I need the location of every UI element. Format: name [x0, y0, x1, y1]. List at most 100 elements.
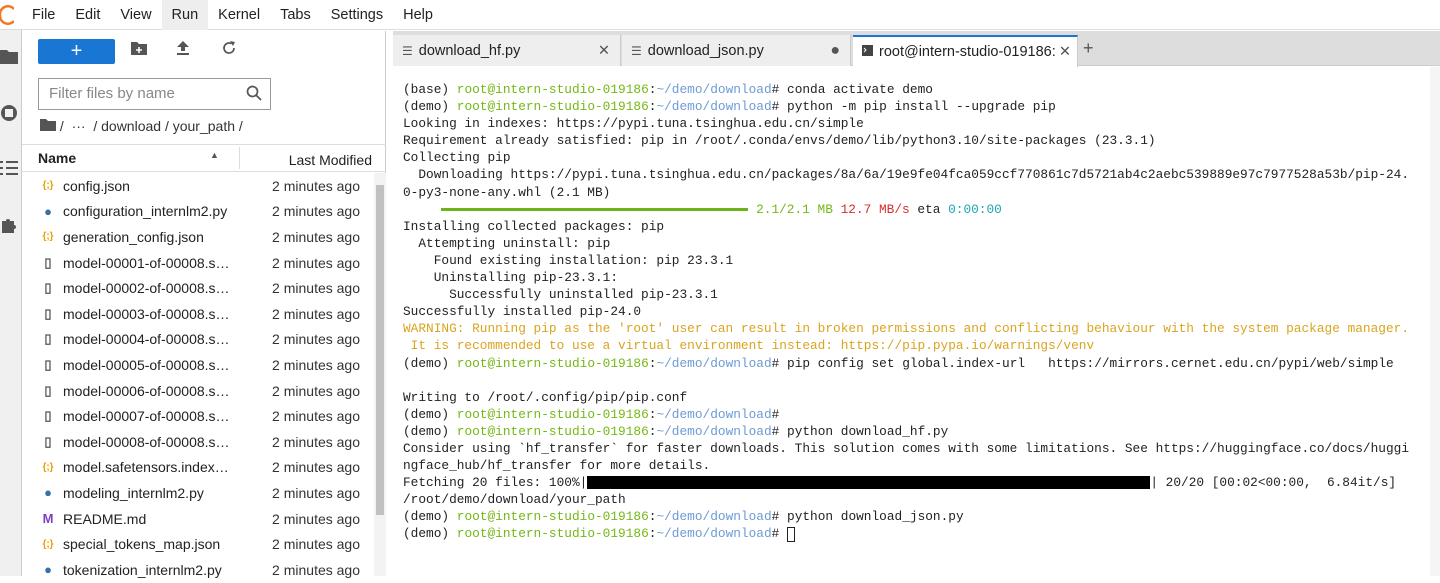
filter-placeholder: Filter files by name	[49, 85, 175, 102]
breadcrumb-path[interactable]: / download / your_path /	[93, 118, 242, 134]
terminal-text: Successfully installed pip-24.0	[403, 304, 642, 320]
terminal-line: It is recommended to use a virtual envir…	[403, 337, 1440, 354]
running-icon[interactable]	[0, 104, 18, 122]
file-row[interactable]: ▯ model-00004-of-00008.safetensors 2 minut…	[22, 327, 374, 353]
file-row[interactable]: ● modeling_internlm2.py 2 minutes ago	[22, 480, 374, 506]
file-row[interactable]: {;} model.safetensors.index.json 2 minutes…	[22, 455, 374, 481]
close-icon[interactable]: ✕	[1059, 44, 1071, 60]
breadcrumb-root[interactable]: /	[60, 118, 64, 134]
column-name[interactable]: Name	[38, 150, 76, 166]
file-row[interactable]: {;} special_tokens_map.json 2 minutes ago	[22, 531, 374, 557]
terminal-text: ~/demo/download	[656, 509, 772, 525]
json-file-icon: {;}	[42, 231, 54, 243]
file-name: model-00006-of-00008.safetensors	[63, 382, 231, 399]
file-modified: 2 minutes ago	[272, 433, 360, 450]
terminal-line: (base) root@intern-studio-019186:~/demo/…	[403, 81, 1440, 98]
file-name: model-00001-of-00008.safetensors	[63, 254, 231, 271]
home-folder-icon[interactable]	[40, 118, 56, 134]
terminal-line: Collecting pip	[403, 149, 1440, 166]
terminal-text: # conda activate demo	[771, 82, 933, 97]
terminal-line: 0-py3-none-any.whl (2.1 MB)	[403, 184, 1440, 201]
file-row[interactable]: {;} config.json 2 minutes ago	[22, 173, 374, 199]
terminal-text: #	[771, 406, 780, 422]
file-row[interactable]: ● tokenization_internlm2.py 2 minutes ago	[22, 557, 374, 583]
menu-help[interactable]: Help	[393, 0, 443, 30]
file-row[interactable]: ▯ model-00007-of-00008.safetensors 2 minut…	[22, 403, 374, 429]
file-icon: ▯	[44, 356, 52, 372]
terminal-text: Installing collected packages: pip	[403, 218, 665, 234]
terminal-text: 12.7 MB/s	[832, 201, 910, 217]
filter-files-input[interactable]: Filter files by name	[38, 78, 271, 110]
menu-tabs[interactable]: Tabs	[270, 0, 321, 30]
file-modified: 2 minutes ago	[272, 536, 360, 553]
terminal-text: WARNING: Running pip as the 'root' user …	[403, 321, 1409, 337]
terminal-text: Collecting pip	[403, 150, 511, 166]
file-row[interactable]: ▯ model-00006-of-00008.safetensors 2 minut…	[22, 378, 374, 404]
terminal-text: (demo)	[403, 406, 457, 422]
file-row[interactable]: M README.md 2 minutes ago	[22, 506, 374, 532]
menu-file[interactable]: File	[22, 0, 65, 30]
close-icon[interactable]: ✕	[598, 43, 610, 59]
json-file-icon: {;}	[42, 538, 54, 550]
file-row[interactable]: ▯ model-00001-of-00008.safetensors 2 minut…	[22, 250, 374, 276]
terminal-text: ~/demo/download	[656, 406, 772, 422]
terminal-text: Successfully uninstalled pip-23.3.1	[403, 287, 718, 303]
terminal-line: 2.1/2.1 MB 12.7 MB/s eta 0:00:00	[403, 201, 1440, 218]
terminal-text: # python -m pip install --upgrade pip	[771, 99, 1056, 115]
terminal-text: 0:00:00	[948, 201, 1002, 217]
refresh-icon[interactable]	[219, 41, 239, 61]
file-modified: 2 minutes ago	[272, 561, 360, 578]
tab-terminal[interactable]: root@intern-studio-019186: ✕	[853, 35, 1078, 67]
menu-kernel[interactable]: Kernel	[208, 0, 270, 30]
breadcrumb-ellipsis[interactable]: ···	[72, 118, 86, 134]
file-name: model-00003-of-00008.safetensors	[63, 305, 231, 322]
terminal-line: ngface_hub/hf_transfer for more details.	[403, 457, 1440, 474]
file-row[interactable]: ▯ model-00002-of-00008.safetensors 2 minut…	[22, 275, 374, 301]
menu-view[interactable]: View	[110, 0, 161, 30]
file-modified: 2 minutes ago	[272, 356, 360, 373]
file-row[interactable]: ▯ model-00008-of-00008.safetensors 2 minut…	[22, 429, 374, 455]
file-row[interactable]: ▯ model-00003-of-00008.safetensors 2 minut…	[22, 301, 374, 327]
terminal-text: 2.1/2.1 MB	[748, 201, 833, 217]
folder-icon[interactable]	[0, 48, 18, 66]
terminal-line: (demo) root@intern-studio-019186:~/demo/…	[403, 98, 1440, 115]
file-list-header: Name ▲ Last Modified	[22, 144, 386, 172]
progress-bar-full	[587, 476, 1151, 490]
menu-edit[interactable]: Edit	[65, 0, 110, 30]
file-row[interactable]: ● configuration_internlm2.py 2 minutes ago	[22, 199, 374, 225]
markdown-file-icon: M	[42, 511, 54, 527]
terminal-text: Looking in indexes: https://pypi.tuna.ts…	[403, 116, 864, 132]
tab-download-hf[interactable]: ☰ download_hf.py ✕	[393, 35, 621, 66]
terminal-text: (demo)	[403, 99, 457, 115]
menu-bar: File Edit View Run Kernel Tabs Settings Help	[0, 0, 1440, 30]
tab-download-json[interactable]: ☰ download_json.py ●	[622, 35, 851, 66]
add-tab-icon[interactable]: +	[1083, 38, 1094, 59]
file-name: tokenization_internlm2.py	[63, 561, 222, 578]
extension-icon[interactable]	[0, 216, 18, 234]
unsaved-dot-icon[interactable]: ●	[830, 42, 840, 60]
python-file-icon: ●	[44, 562, 52, 578]
new-folder-icon[interactable]	[129, 41, 149, 61]
file-name: model-00007-of-00008.safetensors	[63, 408, 231, 425]
terminal-text: ~/demo/download	[656, 526, 772, 542]
file-modified: 2 minutes ago	[272, 203, 360, 220]
terminal-text: (demo)	[403, 526, 457, 542]
tab-label: download_json.py	[647, 42, 764, 59]
terminal-text: ~/demo/download	[656, 423, 772, 439]
activity-bar	[0, 30, 22, 576]
file-row[interactable]: {;} generation_config.json 2 minutes ago	[22, 224, 374, 250]
menu-run[interactable]: Run	[161, 0, 209, 30]
file-list-scrollbar[interactable]	[374, 173, 386, 576]
terminal-scrollbar[interactable]	[1430, 67, 1440, 576]
menu-settings[interactable]: Settings	[321, 0, 393, 30]
terminal-text: ~/demo/download	[656, 99, 772, 115]
toc-icon[interactable]	[0, 160, 18, 178]
column-last-modified[interactable]: Last Modified	[289, 152, 372, 168]
terminal-text: root@intern-studio-019186	[456, 355, 649, 371]
terminal[interactable]: (base) root@intern-studio-019186:~/demo/…	[393, 67, 1440, 576]
upload-icon[interactable]	[173, 41, 193, 61]
file-icon: ▯	[44, 280, 52, 296]
new-launcher-button[interactable]: +	[38, 39, 115, 64]
file-row[interactable]: ▯ model-00005-of-00008.safetensors 2 minut…	[22, 352, 374, 378]
terminal-icon	[862, 45, 873, 59]
